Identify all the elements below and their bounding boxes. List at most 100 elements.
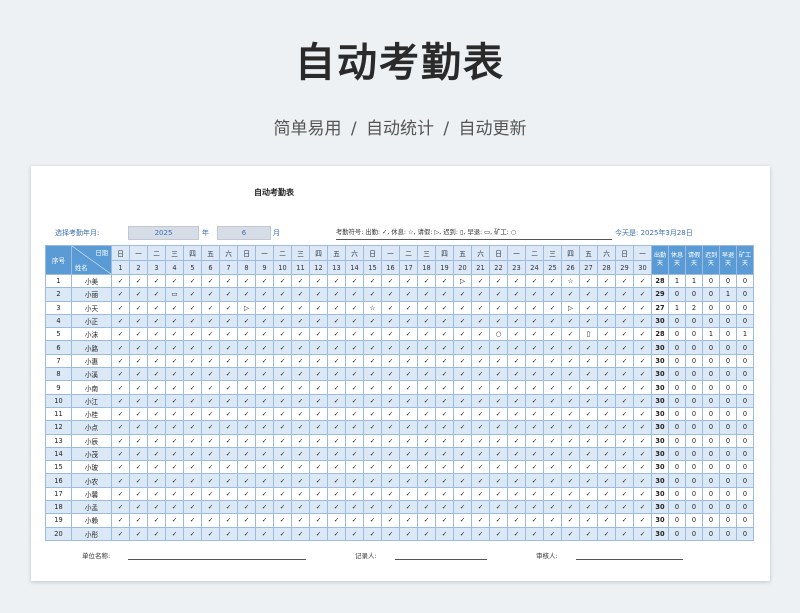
attendance-mark-cell[interactable]: ✓ [579,420,598,435]
attendance-mark-cell[interactable]: ✓ [615,500,634,515]
attendance-mark-cell[interactable]: ✓ [597,287,616,302]
attendance-mark-cell[interactable]: ✓ [183,353,202,369]
attendance-mark-cell[interactable]: ✓ [633,433,652,448]
attendance-mark-cell[interactable]: ○ [489,327,508,342]
attendance-mark-cell[interactable]: ✓ [507,433,526,448]
attendance-mark-cell[interactable]: ✓ [129,513,148,528]
attendance-mark-cell[interactable]: ✓ [129,367,148,382]
attendance-mark-cell[interactable]: ✓ [165,526,184,541]
attendance-mark-cell[interactable]: ✓ [507,526,526,541]
attendance-mark-cell[interactable]: ✓ [489,420,508,435]
attendance-mark-cell[interactable]: ✓ [327,313,346,329]
attendance-mark-cell[interactable]: ✓ [579,486,598,502]
attendance-mark-cell[interactable]: ✓ [147,340,166,355]
attendance-mark-cell[interactable]: ✓ [273,300,292,315]
attendance-mark-cell[interactable]: ✓ [489,313,508,329]
attendance-mark-cell[interactable]: ✓ [417,473,436,488]
attendance-mark-cell[interactable]: ✓ [111,486,130,502]
attendance-mark-cell[interactable]: ✓ [147,313,166,329]
attendance-mark-cell[interactable]: ✓ [435,367,454,382]
attendance-mark-cell[interactable]: ✓ [345,393,364,408]
attendance-mark-cell[interactable]: ✓ [435,300,454,315]
attendance-mark-cell[interactable]: ✓ [201,327,220,342]
attendance-mark-cell[interactable]: ✓ [471,486,490,502]
attendance-mark-cell[interactable]: ✓ [111,273,130,289]
attendance-mark-cell[interactable]: ✓ [363,420,382,435]
attendance-mark-cell[interactable]: ✓ [327,406,346,422]
attendance-mark-cell[interactable]: ✓ [219,460,238,475]
attendance-mark-cell[interactable]: ✓ [183,446,202,462]
attendance-mark-cell[interactable]: ✓ [399,353,418,369]
attendance-mark-cell[interactable]: ✓ [597,367,616,382]
attendance-mark-cell[interactable]: ✓ [291,327,310,342]
attendance-mark-cell[interactable]: ✓ [327,473,346,488]
reviewer-line[interactable] [576,559,683,560]
attendance-mark-cell[interactable]: ✓ [561,406,580,422]
attendance-mark-cell[interactable]: ✓ [507,340,526,355]
attendance-mark-cell[interactable]: ✓ [615,433,634,448]
attendance-mark-cell[interactable]: ✓ [471,327,490,342]
attendance-mark-cell[interactable]: ✓ [417,300,436,315]
month-input[interactable]: 6 [217,226,271,240]
attendance-mark-cell[interactable]: ✓ [543,433,562,448]
attendance-mark-cell[interactable]: ✓ [255,313,274,329]
attendance-mark-cell[interactable]: ✓ [399,380,418,395]
attendance-mark-cell[interactable]: ✓ [471,300,490,315]
attendance-mark-cell[interactable]: ✓ [471,460,490,475]
attendance-mark-cell[interactable]: ✓ [507,273,526,289]
attendance-mark-cell[interactable]: ✓ [525,327,544,342]
attendance-mark-cell[interactable]: ✓ [327,300,346,315]
attendance-mark-cell[interactable]: ✓ [579,313,598,329]
attendance-mark-cell[interactable]: ✓ [219,513,238,528]
attendance-mark-cell[interactable]: ✓ [201,486,220,502]
attendance-mark-cell[interactable]: ✓ [219,367,238,382]
attendance-mark-cell[interactable]: ✓ [579,367,598,382]
attendance-mark-cell[interactable]: ✓ [381,300,400,315]
attendance-mark-cell[interactable]: ✓ [417,446,436,462]
attendance-mark-cell[interactable]: ✓ [345,340,364,355]
attendance-mark-cell[interactable]: ✓ [291,406,310,422]
attendance-mark-cell[interactable]: ✓ [183,420,202,435]
attendance-mark-cell[interactable]: ✓ [543,300,562,315]
attendance-mark-cell[interactable]: ✓ [471,433,490,448]
attendance-mark-cell[interactable]: ✓ [543,313,562,329]
attendance-mark-cell[interactable]: ✓ [525,300,544,315]
attendance-mark-cell[interactable]: ✓ [489,287,508,302]
attendance-mark-cell[interactable]: ✓ [633,420,652,435]
attendance-mark-cell[interactable]: ✓ [165,486,184,502]
attendance-mark-cell[interactable]: ✓ [417,393,436,408]
attendance-mark-cell[interactable]: ✓ [633,287,652,302]
attendance-mark-cell[interactable]: ✓ [111,500,130,515]
attendance-mark-cell[interactable]: ✓ [345,473,364,488]
attendance-mark-cell[interactable]: ✓ [525,500,544,515]
attendance-mark-cell[interactable]: ✓ [183,380,202,395]
attendance-mark-cell[interactable]: ✓ [489,486,508,502]
attendance-mark-cell[interactable]: ✓ [273,353,292,369]
attendance-mark-cell[interactable]: ✓ [489,273,508,289]
attendance-mark-cell[interactable]: ✓ [345,273,364,289]
attendance-mark-cell[interactable]: ▷ [237,300,256,315]
attendance-mark-cell[interactable]: ✓ [435,353,454,369]
attendance-mark-cell[interactable]: ✓ [273,393,292,408]
attendance-mark-cell[interactable]: ✓ [399,327,418,342]
attendance-mark-cell[interactable]: ✓ [507,287,526,302]
attendance-mark-cell[interactable]: ✓ [579,353,598,369]
attendance-mark-cell[interactable]: ✓ [579,273,598,289]
attendance-mark-cell[interactable]: ✓ [309,287,328,302]
attendance-mark-cell[interactable]: ✓ [201,380,220,395]
attendance-mark-cell[interactable]: ✓ [201,460,220,475]
attendance-mark-cell[interactable]: ✓ [633,393,652,408]
attendance-mark-cell[interactable]: ✓ [237,460,256,475]
attendance-mark-cell[interactable]: ✓ [489,526,508,541]
attendance-mark-cell[interactable]: ✓ [291,273,310,289]
attendance-mark-cell[interactable]: ✓ [525,513,544,528]
attendance-mark-cell[interactable]: ✓ [111,353,130,369]
attendance-mark-cell[interactable]: ✓ [507,500,526,515]
attendance-mark-cell[interactable]: ✓ [381,287,400,302]
attendance-mark-cell[interactable]: ✓ [327,526,346,541]
attendance-mark-cell[interactable]: ✓ [309,513,328,528]
attendance-mark-cell[interactable]: ✓ [453,380,472,395]
attendance-mark-cell[interactable]: ✓ [255,327,274,342]
attendance-mark-cell[interactable]: ✓ [309,353,328,369]
attendance-mark-cell[interactable]: ✓ [579,446,598,462]
